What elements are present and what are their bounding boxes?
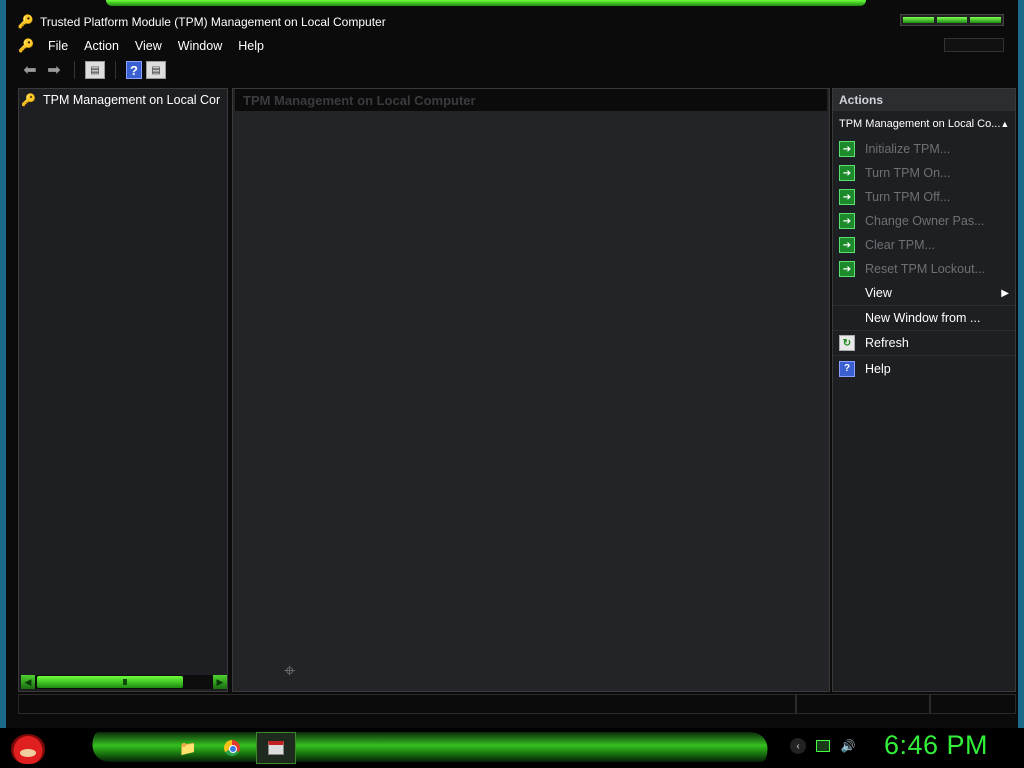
scroll-right-icon[interactable]: ▶: [213, 675, 227, 689]
action-label: Help: [865, 361, 891, 376]
refresh-icon: ↻: [839, 335, 855, 351]
menu-bar: 🔑 File Action View Window Help: [12, 36, 1016, 56]
chrome-icon[interactable]: [220, 736, 244, 760]
toolbar: ⬅ ➡ ▤ ? ▤: [12, 58, 1016, 82]
system-tray: ‹ 🔊: [790, 738, 856, 754]
results-pane: TPM Management on Local Computer: [232, 88, 830, 692]
toolbar-separator: [115, 61, 116, 79]
help-icon[interactable]: ?: [126, 61, 142, 79]
show-hidden-icons-icon[interactable]: ‹: [790, 738, 806, 754]
status-bar: [18, 694, 1016, 714]
close-button[interactable]: [970, 17, 1002, 23]
green-arrow-icon: ➔: [839, 165, 855, 181]
forward-icon[interactable]: ➡: [44, 60, 64, 80]
green-arrow-icon: ➔: [839, 237, 855, 253]
minimize-button[interactable]: [903, 17, 934, 23]
scroll-left-icon[interactable]: ◀: [21, 675, 35, 689]
action-center-icon[interactable]: [816, 740, 830, 752]
submenu-arrow-icon: ▶: [1001, 287, 1009, 299]
title-bar[interactable]: 🔑 Trusted Platform Module (TPM) Manageme…: [12, 10, 1012, 34]
action-label: View: [865, 286, 892, 300]
maximize-button[interactable]: [936, 17, 968, 23]
file-explorer-icon[interactable]: 📁: [176, 736, 200, 760]
green-arrow-icon: ➔: [839, 213, 855, 229]
actions-section-label: TPM Management on Local Co...: [839, 118, 1001, 130]
actions-pane: Actions TPM Management on Local Co... ▲ …: [832, 88, 1016, 692]
action-label: Change Owner Pas...: [865, 214, 985, 228]
results-pane-header: TPM Management on Local Computer: [235, 89, 827, 111]
action-label: Turn TPM Off...: [865, 190, 951, 204]
console-tree-pane: 🔑 TPM Management on Local Cor ◀ ▶: [18, 88, 228, 692]
console-key-icon[interactable]: 🔑: [18, 38, 34, 54]
tree-item-label: TPM Management on Local Cor: [43, 93, 221, 107]
back-icon[interactable]: ⬅: [20, 60, 40, 80]
chrome-logo: [224, 740, 240, 756]
thumb-grip: [123, 679, 127, 685]
action-label: Initialize TPM...: [865, 142, 951, 156]
mmc-console-icon: [268, 741, 284, 755]
green-arrow-icon: ➔: [839, 189, 855, 205]
start-button[interactable]: [8, 730, 48, 768]
blank-icon: [839, 310, 855, 326]
action-label: Turn TPM On...: [865, 166, 951, 180]
actions-header: Actions: [833, 89, 1015, 111]
window-controls[interactable]: [900, 14, 1004, 26]
window-top-glow: [106, 0, 866, 6]
action-label: Refresh: [865, 336, 909, 350]
tree-item-tpm-management[interactable]: 🔑 TPM Management on Local Cor: [21, 91, 227, 109]
show-hide-console-tree-icon[interactable]: ▤: [85, 61, 105, 79]
action-change-owner-password[interactable]: ➔ Change Owner Pas...: [833, 209, 1015, 233]
mouse-cursor-icon: ⌖: [284, 660, 296, 682]
action-label: Clear TPM...: [865, 238, 935, 252]
taskbar: 📁 ‹ 🔊 6:46 PM: [0, 728, 1024, 768]
mmc-window: 🔑 Trusted Platform Module (TPM) Manageme…: [0, 0, 1024, 728]
scrollbar-thumb[interactable]: [37, 676, 183, 688]
green-arrow-icon: ➔: [839, 141, 855, 157]
volume-icon[interactable]: 🔊: [840, 738, 856, 754]
action-reset-tpm-lockout[interactable]: ➔ Reset TPM Lockout...: [833, 257, 1015, 281]
action-turn-tpm-off[interactable]: ➔ Turn TPM Off...: [833, 185, 1015, 209]
status-segment: [796, 694, 930, 714]
status-segment: [930, 694, 1016, 714]
collapse-up-icon[interactable]: ▲: [1000, 119, 1009, 129]
action-initialize-tpm[interactable]: ➔ Initialize TPM...: [833, 137, 1015, 161]
window-title: Trusted Platform Module (TPM) Management…: [40, 15, 386, 29]
action-turn-tpm-on[interactable]: ➔ Turn TPM On...: [833, 161, 1015, 185]
toolbar-separator: [74, 61, 75, 79]
action-clear-tpm[interactable]: ➔ Clear TPM...: [833, 233, 1015, 257]
horizontal-scrollbar[interactable]: ◀ ▶: [21, 675, 227, 689]
action-new-window[interactable]: New Window from ...: [833, 306, 1015, 331]
tpm-key-icon: 🔑: [21, 93, 36, 107]
action-view[interactable]: View ▶: [833, 281, 1015, 306]
angry-bird-start-icon: [11, 734, 45, 764]
menu-window[interactable]: Window: [170, 39, 230, 53]
menu-action[interactable]: Action: [76, 39, 127, 53]
action-label: Reset TPM Lockout...: [865, 262, 985, 276]
help-icon: ?: [839, 360, 855, 377]
action-label: New Window from ...: [865, 311, 981, 325]
show-hide-action-pane-icon[interactable]: ▤: [146, 61, 166, 79]
menu-view[interactable]: View: [127, 39, 170, 53]
menu-help[interactable]: Help: [230, 39, 272, 53]
taskbar-clock[interactable]: 6:46 PM: [884, 730, 988, 761]
tpm-key-icon: 🔑: [17, 14, 35, 29]
mmc-taskbar-icon[interactable]: [256, 732, 296, 764]
action-refresh[interactable]: ↻ Refresh: [833, 331, 1015, 356]
blank-icon: [839, 285, 855, 301]
actions-section-header[interactable]: TPM Management on Local Co... ▲: [833, 111, 1015, 137]
mdi-window-controls[interactable]: [944, 38, 1004, 52]
action-help[interactable]: ? Help: [833, 356, 1015, 381]
menu-file[interactable]: File: [40, 39, 76, 53]
green-arrow-icon: ➔: [839, 261, 855, 277]
status-segment: [18, 694, 796, 714]
